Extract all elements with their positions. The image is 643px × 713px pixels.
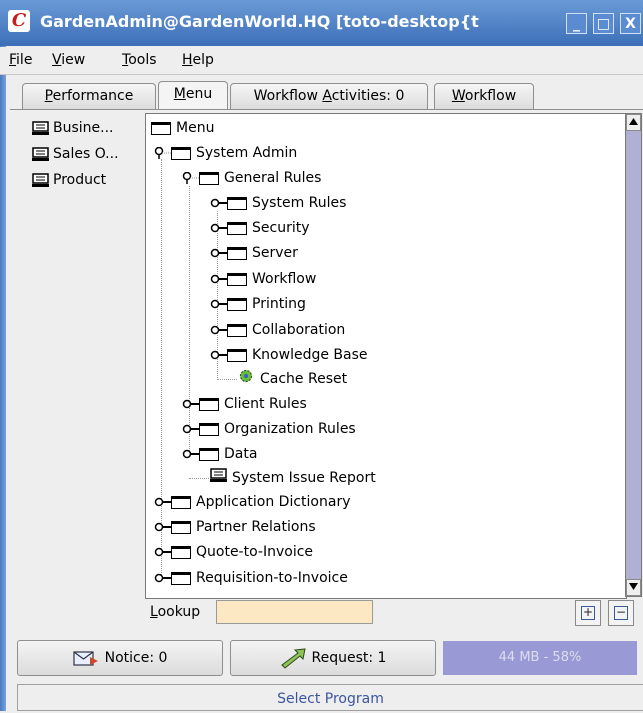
- tree-expand-handle-icon[interactable]: [154, 572, 171, 584]
- request-arrow-icon: [280, 648, 306, 669]
- tab-divider: [10, 109, 643, 110]
- window-title: GardenAdmin@GardenWorld.HQ [toto-desktop…: [40, 12, 479, 31]
- tree-collapse-handle-icon[interactable]: [182, 172, 199, 184]
- tree-expand-handle-icon[interactable]: [154, 546, 171, 558]
- tree-node-application-dictionary[interactable]: Application Dictionary: [154, 491, 350, 513]
- folder-icon: [199, 447, 219, 461]
- status-bar: Select Program: [17, 684, 643, 711]
- expand-all-button[interactable]: +: [575, 600, 601, 626]
- request-button[interactable]: Request: 1: [230, 640, 436, 676]
- folder-icon: [171, 571, 191, 585]
- sidebar-item-product[interactable]: Product: [32, 172, 106, 188]
- tree-expand-handle-icon[interactable]: [210, 273, 227, 285]
- lookup-input[interactable]: [216, 600, 373, 624]
- tree-node-server[interactable]: Server: [210, 242, 298, 264]
- tree-node-system-issue-report[interactable]: System Issue Report: [209, 467, 376, 489]
- folder-icon: [171, 545, 191, 559]
- tree-collapse-handle-icon[interactable]: [154, 147, 171, 159]
- folder-icon: [171, 520, 191, 534]
- folder-icon: [171, 495, 191, 509]
- scroll-down-button[interactable]: [626, 579, 641, 596]
- folder-icon: [227, 196, 247, 210]
- favorites-sidebar: Busine... Sales O... Product: [20, 116, 142, 606]
- menu-file[interactable]: File: [9, 52, 32, 68]
- tree-expand-handle-icon[interactable]: [182, 448, 199, 460]
- maximize-button[interactable]: □: [593, 13, 614, 34]
- tree-node-partner-relations[interactable]: Partner Relations: [154, 516, 316, 538]
- tree-node-client-rules[interactable]: Client Rules: [182, 393, 307, 415]
- tree-node-collaboration[interactable]: Collaboration: [210, 319, 345, 341]
- menu-view[interactable]: View: [52, 52, 85, 68]
- tab-workflow-activities[interactable]: Workflow Activities: 0: [230, 83, 428, 109]
- menu-bar: File View Tools Help: [0, 47, 643, 75]
- tree-node-system-rules[interactable]: System Rules: [210, 192, 346, 214]
- tree-scrollbar[interactable]: [625, 113, 642, 597]
- folder-icon: [227, 272, 247, 286]
- arrow-down-icon: [629, 583, 638, 590]
- collapse-all-button[interactable]: −: [608, 600, 634, 626]
- tree-expand-handle-icon[interactable]: [210, 222, 227, 234]
- window-form-icon: [209, 467, 227, 489]
- sidebar-item-business-partner[interactable]: Busine...: [32, 120, 114, 136]
- tree-node-system-admin[interactable]: System Admin: [154, 142, 297, 164]
- tree-expand-handle-icon[interactable]: [154, 521, 171, 533]
- lookup-label: Lookup: [150, 604, 201, 620]
- tree-node-menu-root[interactable]: Menu: [151, 117, 214, 139]
- tree-node-requisition-to-invoice[interactable]: Requisition-to-Invoice: [154, 567, 348, 589]
- tree-node-cache-reset[interactable]: Cache Reset: [237, 368, 347, 390]
- tree-node-data[interactable]: Data: [182, 443, 257, 465]
- memory-usage-indicator[interactable]: 44 MB - 58%: [443, 641, 637, 675]
- notice-mail-icon: [72, 651, 98, 666]
- window-form-icon: [32, 121, 49, 135]
- folder-icon: [227, 297, 247, 311]
- tree-expand-handle-icon[interactable]: [210, 247, 227, 259]
- tree-expand-handle-icon[interactable]: [210, 298, 227, 310]
- tree-expand-handle-icon[interactable]: [182, 398, 199, 410]
- tree-expand-handle-icon[interactable]: [154, 496, 171, 508]
- sidebar-item-sales-order[interactable]: Sales O...: [32, 146, 119, 162]
- tree-node-general-rules[interactable]: General Rules: [182, 167, 321, 189]
- plus-icon: +: [581, 605, 595, 620]
- close-button[interactable]: X: [620, 13, 641, 34]
- tree-expand-handle-icon[interactable]: [210, 324, 227, 336]
- tree-expand-handle-icon[interactable]: [182, 423, 199, 435]
- scroll-up-button[interactable]: [626, 114, 641, 131]
- folder-icon: [227, 221, 247, 235]
- arrow-up-icon: [629, 118, 638, 125]
- folder-icon: [227, 246, 247, 260]
- menu-tree[interactable]: Menu System Admin General Rules System R…: [145, 113, 627, 599]
- folder-icon: [227, 348, 247, 362]
- window-form-icon: [32, 147, 49, 161]
- tree-node-organization-rules[interactable]: Organization Rules: [182, 418, 356, 440]
- minus-icon: −: [614, 605, 628, 620]
- title-bar[interactable]: C GardenAdmin@GardenWorld.HQ [toto-deskt…: [0, 0, 643, 46]
- menu-tools[interactable]: Tools: [122, 52, 157, 68]
- window-form-icon: [32, 173, 49, 187]
- notice-button[interactable]: Notice: 0: [17, 640, 223, 676]
- tab-performance[interactable]: Performance: [22, 83, 156, 109]
- tree-node-security[interactable]: Security: [210, 217, 310, 239]
- minimize-button[interactable]: _: [566, 13, 587, 34]
- folder-icon: [199, 171, 219, 185]
- folder-icon: [199, 422, 219, 436]
- tree-node-printing[interactable]: Printing: [210, 293, 306, 315]
- window-left-frame: [0, 46, 6, 711]
- tree-node-quote-to-invoice[interactable]: Quote-to-Invoice: [154, 541, 313, 563]
- tree-expand-handle-icon[interactable]: [210, 197, 227, 209]
- tree-node-knowledge-base[interactable]: Knowledge Base: [210, 344, 368, 366]
- tree-expand-handle-icon[interactable]: [210, 349, 227, 361]
- menu-help[interactable]: Help: [182, 52, 214, 68]
- folder-icon: [199, 397, 219, 411]
- app-logo-icon: C: [8, 10, 30, 32]
- process-gear-icon: [237, 368, 255, 390]
- tab-menu[interactable]: Menu: [158, 81, 228, 110]
- folder-icon: [151, 121, 171, 135]
- folder-icon: [171, 146, 191, 160]
- folder-icon: [227, 323, 247, 337]
- tab-workflow[interactable]: Workflow: [434, 83, 534, 109]
- tree-node-workflow[interactable]: Workflow: [210, 268, 316, 290]
